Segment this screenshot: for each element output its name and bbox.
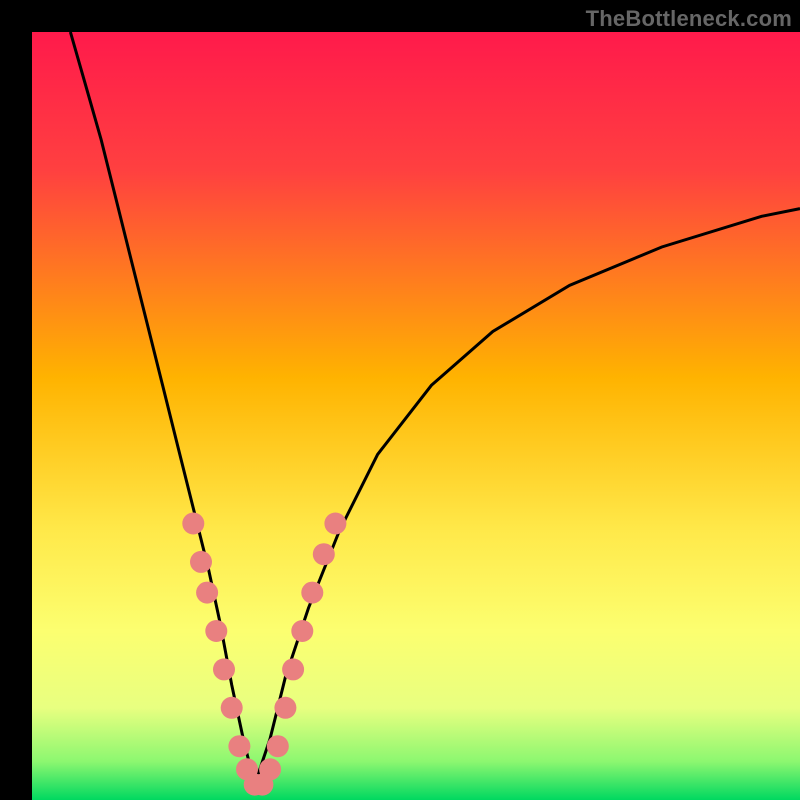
data-point [324,513,346,535]
data-point [274,697,296,719]
plot-area [32,32,800,800]
data-point [213,658,235,680]
data-point [267,735,289,757]
data-point [282,658,304,680]
data-point [259,758,281,780]
data-point [228,735,250,757]
data-point [301,582,323,604]
data-point [205,620,227,642]
data-point [182,513,204,535]
chart-frame: TheBottleneck.com [0,0,800,800]
curve-layer [32,32,800,800]
data-point [291,620,313,642]
data-point [221,697,243,719]
watermark-text: TheBottleneck.com [586,6,792,32]
data-point [190,551,212,573]
data-point [313,543,335,565]
data-point [196,582,218,604]
curve-right-branch [255,209,800,785]
